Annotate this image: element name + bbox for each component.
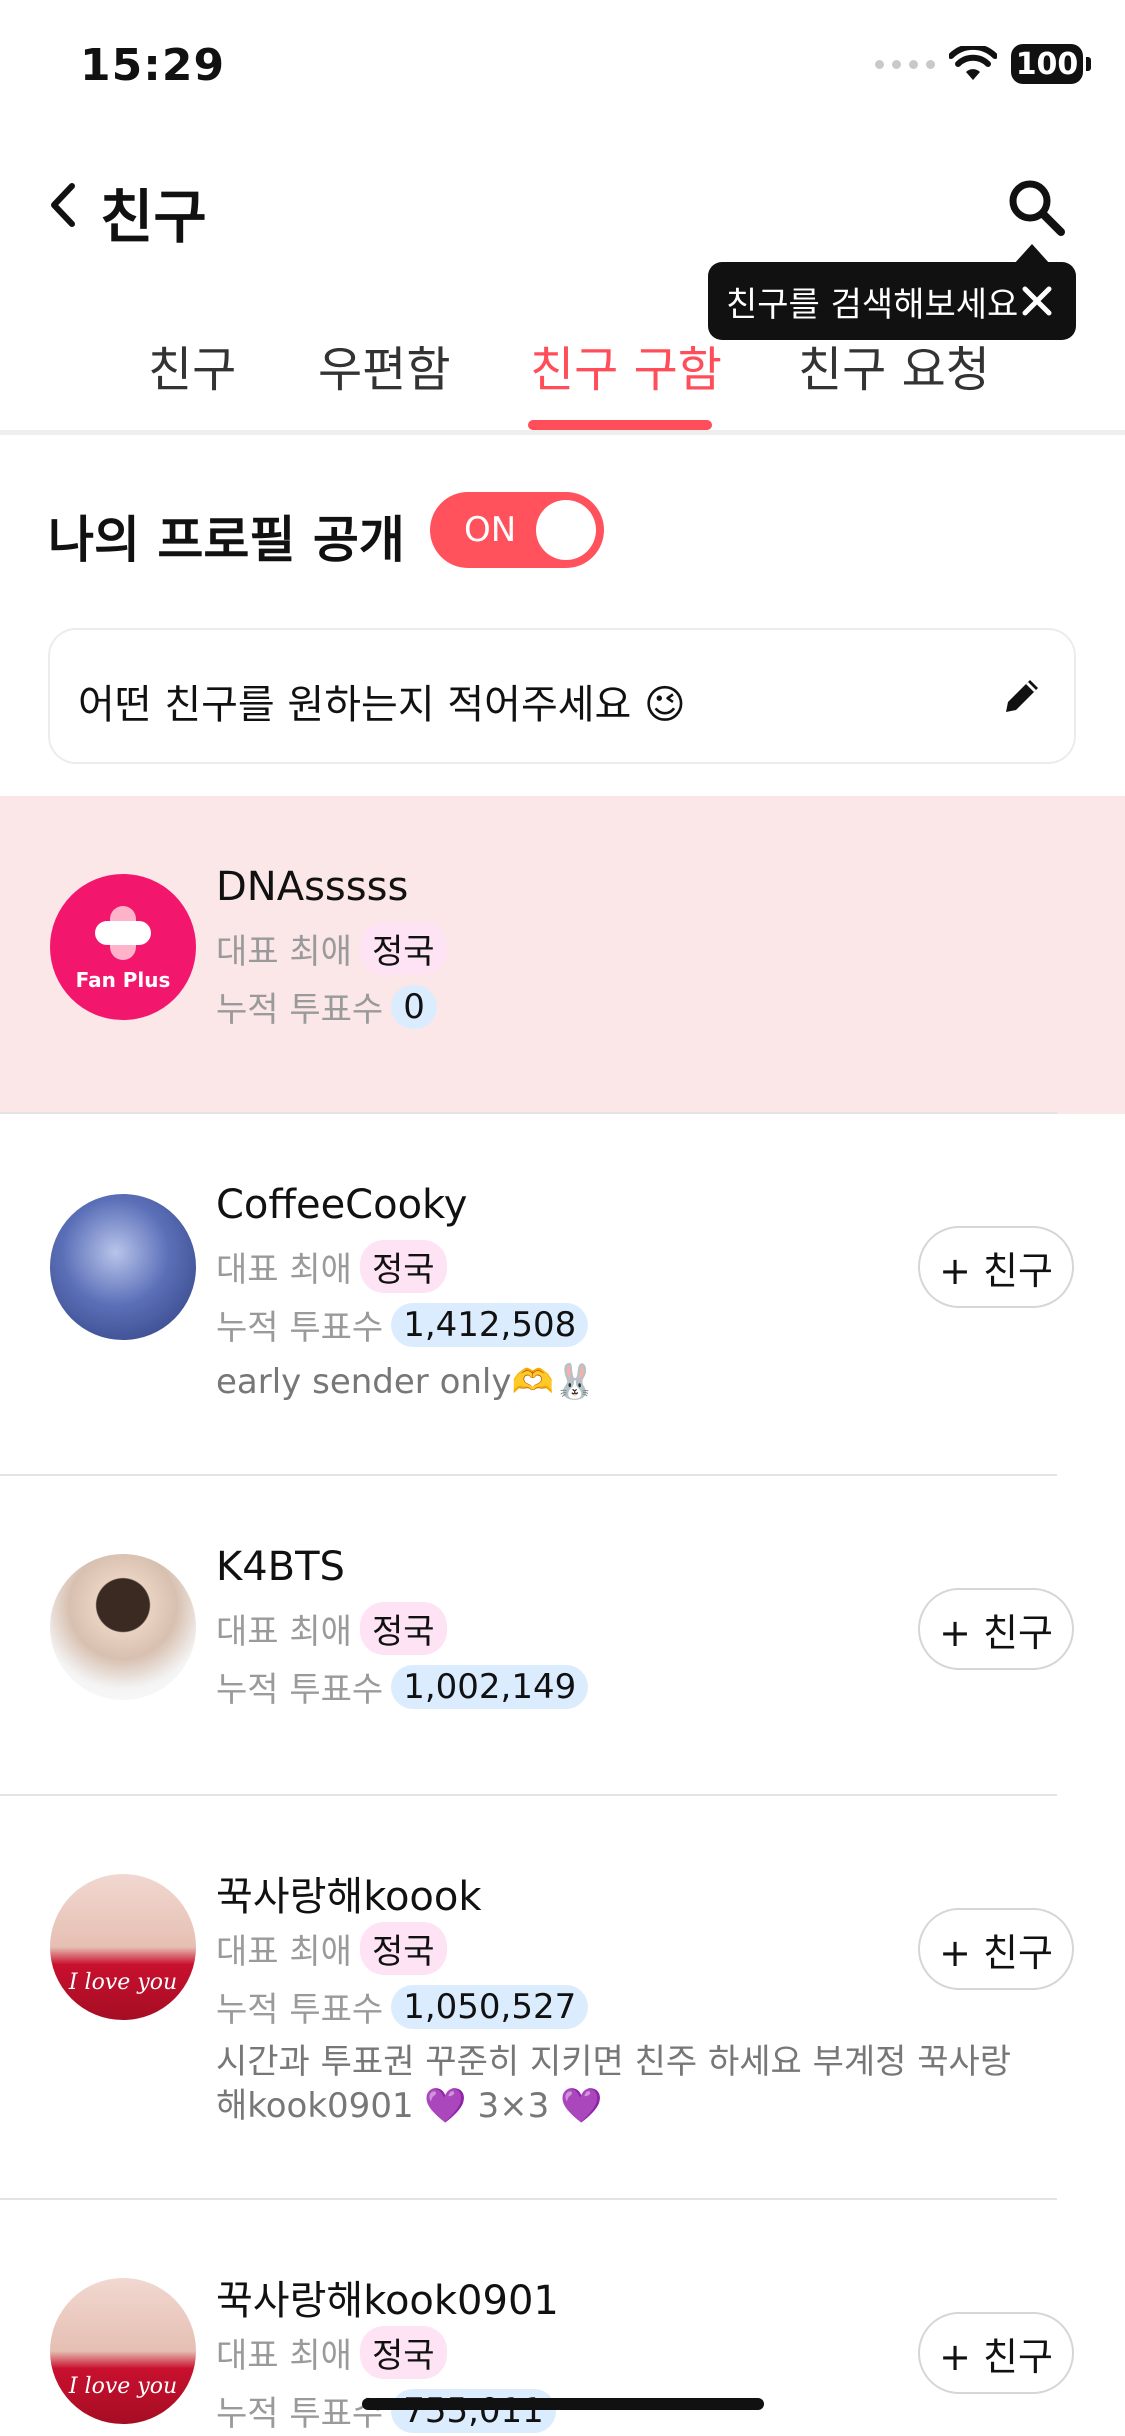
status-time: 15:29 bbox=[80, 40, 226, 91]
bias-chip: 정국 bbox=[359, 1922, 447, 1975]
bias-chip: 정국 bbox=[359, 2326, 447, 2379]
avatar-logo-text: Fan Plus bbox=[75, 968, 171, 992]
tab-divider bbox=[0, 430, 1125, 435]
avatar: I love you bbox=[50, 1874, 196, 2020]
votes-line: 누적 투표수 1,050,527 bbox=[216, 1982, 589, 2031]
friend-name: 꾹사랑해koook bbox=[216, 1874, 482, 1920]
avatar bbox=[50, 1194, 196, 1340]
search-icon[interactable] bbox=[1005, 176, 1067, 238]
profile-public-label: 나의 프로필 공개 bbox=[48, 511, 405, 569]
close-icon[interactable] bbox=[1020, 284, 1054, 318]
avatar: Fan Plus bbox=[50, 874, 196, 1020]
votes-chip: 1,050,527 bbox=[391, 1984, 589, 2029]
add-friend-button[interactable]: + 친구 bbox=[918, 2312, 1074, 2394]
bias-line: 대표 최애 정국 bbox=[216, 1602, 447, 1655]
avatar bbox=[50, 1554, 196, 1700]
wifi-icon bbox=[949, 46, 997, 80]
page-title: 친구 bbox=[100, 183, 207, 251]
status-indicators: 100 bbox=[875, 44, 1091, 84]
bias-label: 대표 최애 bbox=[216, 2336, 352, 2376]
votes-label: 누적 투표수 bbox=[216, 1308, 384, 1348]
friend-name: DNAsssss bbox=[216, 864, 409, 910]
fanplus-logo-icon bbox=[95, 906, 151, 960]
tooltip-text: 친구를 검색해보세요 bbox=[726, 284, 1019, 325]
avatar: I love you bbox=[50, 2278, 196, 2424]
tab-friend-requests[interactable]: 친구 요청 bbox=[798, 330, 990, 400]
bias-chip: 정국 bbox=[359, 922, 447, 975]
add-friend-button[interactable]: + 친구 bbox=[918, 1588, 1074, 1670]
votes-chip: 755,011 bbox=[391, 2388, 556, 2433]
votes-chip: 1,412,508 bbox=[391, 1302, 589, 1347]
friend-row-dnasssss[interactable]: Fan Plus DNAsssss 대표 최애 정국 누적 투표수 0 bbox=[0, 796, 1125, 1114]
avatar-heart-text: I love you bbox=[68, 2374, 178, 2399]
tab-friends[interactable]: 친구 bbox=[148, 330, 236, 400]
add-friend-button[interactable]: + 친구 bbox=[918, 1226, 1074, 1308]
avatar-heart-text: I love you bbox=[68, 1970, 178, 1995]
active-tab-indicator bbox=[528, 420, 712, 430]
votes-chip: 0 bbox=[391, 984, 437, 1029]
profile-public-toggle[interactable]: ON bbox=[430, 492, 604, 568]
tab-mailbox[interactable]: 우편함 bbox=[318, 330, 450, 400]
bias-label: 대표 최애 bbox=[216, 1250, 352, 1290]
signal-icon bbox=[875, 59, 935, 69]
toggle-knob bbox=[536, 500, 596, 560]
friend-name: CoffeeCooky bbox=[216, 1182, 468, 1228]
search-tooltip: 친구를 검색해보세요 bbox=[708, 262, 1076, 340]
friend-bio: 시간과 투표권 꾸준히 지키면 친주 하세요 부계정 꾹사랑해kook0901 … bbox=[216, 2042, 1012, 2126]
votes-label: 누적 투표수 bbox=[216, 1990, 384, 2030]
intro-input[interactable]: 어떤 친구를 원하는지 적어주세요 😉 bbox=[48, 628, 1076, 764]
friend-name: K4BTS bbox=[216, 1544, 345, 1590]
bias-label: 대표 최애 bbox=[216, 932, 352, 972]
friend-name: 꾹사랑해kook0901 bbox=[216, 2278, 559, 2324]
votes-chip: 1,002,149 bbox=[391, 1664, 589, 1709]
votes-line: 누적 투표수 1,412,508 bbox=[216, 1300, 589, 1349]
bias-chip: 정국 bbox=[359, 1240, 447, 1293]
bias-chip: 정국 bbox=[359, 1602, 447, 1655]
votes-line: 누적 투표수 0 bbox=[216, 982, 437, 1031]
battery-icon: 100 bbox=[1011, 44, 1091, 84]
back-icon[interactable] bbox=[44, 180, 84, 230]
bias-line: 대표 최애 정국 bbox=[216, 922, 447, 975]
intro-placeholder: 어떤 친구를 원하는지 적어주세요 😉 bbox=[78, 682, 686, 728]
friend-row-coffeecooky[interactable]: CoffeeCooky 대표 최애 정국 누적 투표수 1,412,508 ea… bbox=[0, 1114, 1125, 1476]
friend-row-koook[interactable]: I love you 꾹사랑해koook 대표 최애 정국 누적 투표수 1,0… bbox=[0, 1796, 1125, 2200]
votes-label: 누적 투표수 bbox=[216, 2394, 384, 2434]
add-friend-button[interactable]: + 친구 bbox=[918, 1908, 1074, 1990]
votes-line: 누적 투표수 1,002,149 bbox=[216, 1662, 589, 1711]
bias-label: 대표 최애 bbox=[216, 1612, 352, 1652]
votes-label: 누적 투표수 bbox=[216, 1670, 384, 1710]
bias-line: 대표 최애 정국 bbox=[216, 1922, 447, 1975]
votes-line: 누적 투표수 755,011 bbox=[216, 2386, 556, 2435]
friend-bio: early sender only🫶🐰 bbox=[216, 1362, 597, 1402]
tab-find-friends[interactable]: 친구 구함 bbox=[530, 330, 722, 400]
bias-label: 대표 최애 bbox=[216, 1932, 352, 1972]
friend-row-k4bts[interactable]: K4BTS 대표 최애 정국 누적 투표수 1,002,149 + 친구 bbox=[0, 1476, 1125, 1796]
tooltip-arrow bbox=[1014, 244, 1050, 264]
votes-label: 누적 투표수 bbox=[216, 990, 384, 1030]
bias-line: 대표 최애 정국 bbox=[216, 1240, 447, 1293]
pencil-icon[interactable] bbox=[1000, 674, 1044, 718]
toggle-state: ON bbox=[464, 510, 517, 550]
home-indicator bbox=[362, 2398, 764, 2410]
bias-line: 대표 최애 정국 bbox=[216, 2326, 447, 2379]
